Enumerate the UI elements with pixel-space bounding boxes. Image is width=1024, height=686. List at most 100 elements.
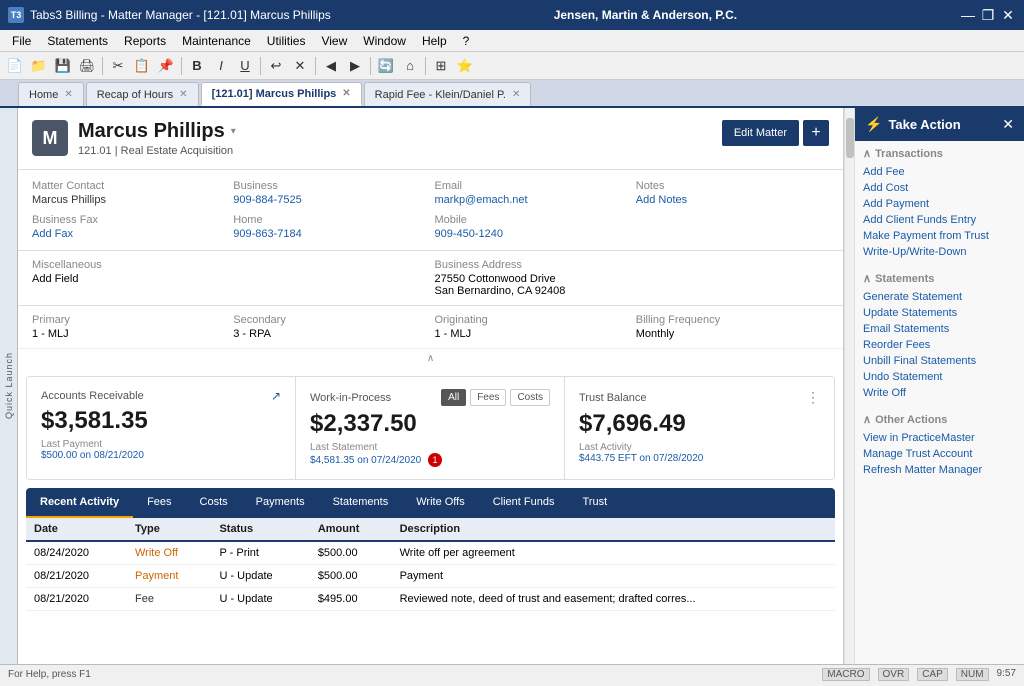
right-panel: ⚡ Take Action ✕ ∧ TransactionsAdd FeeAdd…	[854, 108, 1024, 664]
tab-home-close[interactable]: ✕	[64, 89, 72, 100]
primary-label: Primary	[32, 314, 225, 326]
toolbar-delete[interactable]: ✕	[289, 55, 311, 77]
app-icon: T3	[8, 7, 24, 23]
menu-reports[interactable]: Reports	[116, 32, 174, 50]
status-time: 9:57	[997, 668, 1016, 681]
right-link-view-in-practicemaster[interactable]: View in PracticeMaster	[863, 430, 1016, 446]
add-button[interactable]: +	[803, 120, 829, 146]
ar-card: Accounts Receivable ↗ $3,581.35 Last Pay…	[27, 377, 296, 479]
act-tab-payments[interactable]: Payments	[242, 488, 319, 518]
right-link-update-statements[interactable]: Update Statements	[863, 305, 1016, 321]
toolbar-refresh[interactable]: 🔄	[375, 55, 397, 77]
right-link-add-client-funds-entry[interactable]: Add Client Funds Entry	[863, 212, 1016, 228]
table-row[interactable]: 08/24/2020 Write Off P - Print $500.00 W…	[26, 541, 835, 565]
ar-last-payment-value[interactable]: $500.00 on 08/21/2020	[41, 450, 144, 461]
menu-file[interactable]: File	[4, 32, 39, 50]
tab-rapidfee-close[interactable]: ✕	[512, 89, 520, 100]
add-field-link[interactable]: Add Field	[32, 273, 78, 285]
trust-last-activity-value[interactable]: $443.75 EFT on 07/28/2020	[579, 453, 703, 464]
chevron-down-icon: ∧	[863, 413, 871, 426]
toolbar-print[interactable]: 🖨	[76, 55, 98, 77]
toolbar-forward[interactable]: ▶	[344, 55, 366, 77]
menu-utilities[interactable]: Utilities	[259, 32, 314, 50]
frequency-value: Monthly	[636, 328, 675, 340]
trust-more-icon[interactable]: ⋮	[806, 389, 820, 406]
right-link-write-up/write-down[interactable]: Write-Up/Write-Down	[863, 244, 1016, 260]
matter-contact-label: Matter Contact	[32, 180, 225, 192]
act-tab-fees[interactable]: Fees	[133, 488, 185, 518]
wip-tab-fees[interactable]: Fees	[470, 389, 506, 406]
act-tab-recent[interactable]: Recent Activity	[26, 488, 133, 518]
minimize-button[interactable]: —	[960, 7, 976, 23]
notes-value[interactable]: Add Notes	[636, 194, 687, 206]
right-link-add-payment[interactable]: Add Payment	[863, 196, 1016, 212]
menu-window[interactable]: Window	[355, 32, 414, 50]
wip-last-statement-value[interactable]: $4,581.35 on 07/24/2020	[310, 455, 421, 466]
wip-tab-costs[interactable]: Costs	[510, 389, 550, 406]
business-value[interactable]: 909-884-7525	[233, 194, 302, 206]
home-value[interactable]: 909-863-7184	[233, 228, 302, 240]
right-link-unbill-final-statements[interactable]: Unbill Final Statements	[863, 353, 1016, 369]
empty-cell	[636, 214, 829, 240]
ar-external-link-icon[interactable]: ↗	[271, 389, 281, 403]
act-tab-trust[interactable]: Trust	[568, 488, 621, 518]
mobile-value[interactable]: 909-450-1240	[435, 228, 504, 240]
table-row[interactable]: 08/21/2020 Payment U - Update $500.00 Pa…	[26, 565, 835, 588]
collapse-arrow[interactable]: ∧	[18, 349, 843, 368]
toolbar-back[interactable]: ◀	[320, 55, 342, 77]
toolbar-paste[interactable]: 📌	[155, 55, 177, 77]
tab-marcus-close[interactable]: ✕	[342, 88, 350, 99]
vertical-scrollbar[interactable]	[844, 108, 854, 664]
right-link-make-payment-from-trust[interactable]: Make Payment from Trust	[863, 228, 1016, 244]
menu-help-icon[interactable]: ?	[455, 32, 478, 50]
toolbar-open[interactable]: 📁	[28, 55, 50, 77]
toolbar-home[interactable]: ⌂	[399, 55, 421, 77]
right-link-write-off[interactable]: Write Off	[863, 385, 1016, 401]
wip-tab-all[interactable]: All	[441, 389, 466, 406]
toolbar-grid[interactable]: ⊞	[430, 55, 452, 77]
act-tab-statements[interactable]: Statements	[319, 488, 403, 518]
toolbar-cut[interactable]: ✂	[107, 55, 129, 77]
act-tab-clientfunds[interactable]: Client Funds	[479, 488, 569, 518]
right-link-reorder-fees[interactable]: Reorder Fees	[863, 337, 1016, 353]
right-link-generate-statement[interactable]: Generate Statement	[863, 289, 1016, 305]
toolbar-copy[interactable]: 📋	[131, 55, 153, 77]
left-panel: M Marcus Phillips ▾ 121.01 | Real Estate…	[18, 108, 844, 664]
right-link-email-statements[interactable]: Email Statements	[863, 321, 1016, 337]
tab-marcus[interactable]: [121.01] Marcus Phillips ✕	[201, 82, 362, 106]
toolbar-bold[interactable]: B	[186, 55, 208, 77]
menu-view[interactable]: View	[313, 32, 355, 50]
matter-dropdown-arrow[interactable]: ▾	[231, 126, 236, 137]
originating-cell: Originating 1 - MLJ	[435, 314, 628, 340]
right-section-title: ∧ Transactions	[863, 147, 1016, 160]
tab-rapidfee[interactable]: Rapid Fee - Klein/Daniel P. ✕	[364, 82, 532, 106]
toolbar-save[interactable]: 💾	[52, 55, 74, 77]
menu-statements[interactable]: Statements	[39, 32, 116, 50]
right-link-add-fee[interactable]: Add Fee	[863, 164, 1016, 180]
close-button[interactable]: ✕	[1000, 7, 1016, 23]
edit-matter-button[interactable]: Edit Matter	[722, 120, 799, 146]
menu-maintenance[interactable]: Maintenance	[174, 32, 259, 50]
tab-recap-close[interactable]: ✕	[179, 89, 187, 100]
right-link-undo-statement[interactable]: Undo Statement	[863, 369, 1016, 385]
toolbar-italic[interactable]: I	[210, 55, 232, 77]
address-row: Miscellaneous Add Field Business Address…	[18, 251, 843, 306]
act-tab-writeoffs[interactable]: Write Offs	[402, 488, 479, 518]
table-row[interactable]: 08/21/2020 Fee U - Update $495.00 Review…	[26, 588, 835, 611]
toolbar-new[interactable]: 📄	[4, 55, 26, 77]
toolbar-underline[interactable]: U	[234, 55, 256, 77]
close-panel-button[interactable]: ✕	[1002, 116, 1014, 133]
right-link-refresh-matter-manager[interactable]: Refresh Matter Manager	[863, 462, 1016, 478]
tab-rapidfee-label: Rapid Fee - Klein/Daniel P.	[375, 89, 506, 101]
toolbar-star[interactable]: ⭐	[454, 55, 476, 77]
email-value[interactable]: markp@emach.net	[435, 194, 528, 206]
right-link-manage-trust-account[interactable]: Manage Trust Account	[863, 446, 1016, 462]
tab-recap[interactable]: Recap of Hours ✕	[86, 82, 199, 106]
toolbar-undo[interactable]: ↩	[265, 55, 287, 77]
biz-fax-value[interactable]: Add Fax	[32, 228, 73, 240]
tab-home[interactable]: Home ✕	[18, 82, 84, 106]
restore-button[interactable]: ❐	[980, 7, 996, 23]
right-link-add-cost[interactable]: Add Cost	[863, 180, 1016, 196]
act-tab-costs[interactable]: Costs	[186, 488, 242, 518]
menu-help[interactable]: Help	[414, 32, 455, 50]
